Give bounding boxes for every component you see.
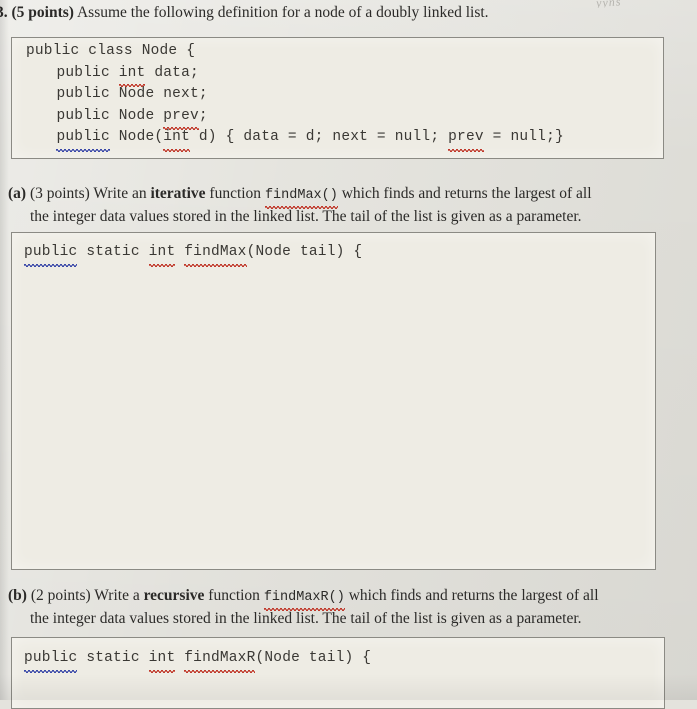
spellcheck-red-underline: findMax (184, 242, 247, 266)
question-points: (5 points) (11, 4, 74, 21)
node-definition-box: public class Node {public int data; publi… (11, 37, 664, 159)
code-text: ; (198, 107, 208, 124)
code-text: public (56, 64, 119, 81)
spellcheck-red-underline: prev (448, 127, 484, 151)
part-a-answer-box[interactable]: public static int findMax(Node tail) { (11, 232, 656, 570)
code-text: (Node tail) { (246, 244, 363, 260)
code-line: public int data; (26, 63, 564, 87)
part-b-question: (b) (2 points) Write a recursive functio… (8, 585, 678, 629)
part-a-function-name: findMax() (264, 185, 338, 209)
part-a-line2: the integer data values stored in the li… (30, 208, 582, 225)
question-prompt: Assume the following definition for a no… (76, 4, 489, 21)
part-b-text-before: Write a (94, 587, 144, 604)
spellcheck-red-underline: findMaxR (184, 648, 256, 672)
part-a-text-before: Write an (93, 185, 151, 202)
part-b-points: (2 points) (30, 587, 91, 604)
spellcheck-red-underline: int (118, 63, 146, 87)
code-text: public Node (56, 107, 164, 124)
code-text: static (77, 650, 149, 666)
code-line: public static int findMaxR(Node tail) { (24, 648, 372, 672)
part-b-line2: the integer data values stored in the li… (30, 610, 582, 627)
code-line: public Node prev; (26, 106, 564, 130)
part-b-answer-code: public static int findMaxR(Node tail) { (24, 648, 372, 672)
code-text: Node( (109, 129, 164, 145)
part-b-emphasis: recursive (143, 587, 205, 604)
part-b-function-name: findMaxR() (263, 587, 345, 611)
part-a-points: (3 points) (29, 185, 90, 202)
spellcheck-red-underline: int (148, 648, 176, 672)
exam-page: yyns 3. (5 points) Assume the following … (0, 0, 697, 709)
part-b-text-after: which finds and returns the largest of a… (344, 587, 599, 604)
part-a-answer-code: public static int findMax(Node tail) { (24, 242, 363, 266)
code-text: public class Node { (26, 43, 196, 59)
question-header: 3. (5 points) Assume the following defin… (0, 3, 690, 22)
spellcheck-red-underline: int (163, 127, 190, 151)
code-text: static (77, 244, 149, 260)
part-a-label: (a) (8, 185, 27, 202)
question-number: 3. (0, 4, 8, 21)
part-b-text-mid: function (204, 587, 264, 604)
spellcheck-blue-underline: public (24, 242, 78, 266)
part-a-question: (a) (3 points) Write an iterative functi… (8, 183, 678, 227)
part-a-text-mid: function (205, 185, 265, 202)
code-text: data; (145, 64, 199, 81)
code-line: public static int findMax(Node tail) { (24, 242, 363, 266)
code-text: (Node tail) { (255, 650, 372, 666)
part-b-answer-box[interactable]: public static int findMaxR(Node tail) { (11, 637, 665, 709)
spellcheck-blue-underline: public (56, 127, 111, 151)
part-a-emphasis: iterative (150, 185, 206, 202)
part-a-text-after: which finds and returns the largest of a… (337, 185, 592, 202)
spellcheck-red-underline: prev (163, 106, 199, 130)
spellcheck-blue-underline: public (24, 648, 78, 672)
part-b-label: (b) (8, 587, 27, 604)
code-text: = null;} (483, 129, 564, 145)
code-text: d) { data = d; next = null; (190, 129, 449, 145)
code-line: public Node(int d) { data = d; next = nu… (26, 127, 564, 151)
code-line: public Node next; (26, 84, 564, 106)
spellcheck-red-underline: int (148, 242, 176, 266)
code-text: public Node next; (56, 86, 208, 102)
node-definition-code: public class Node {public int data; publi… (26, 41, 564, 151)
code-line: public class Node { (26, 41, 564, 63)
